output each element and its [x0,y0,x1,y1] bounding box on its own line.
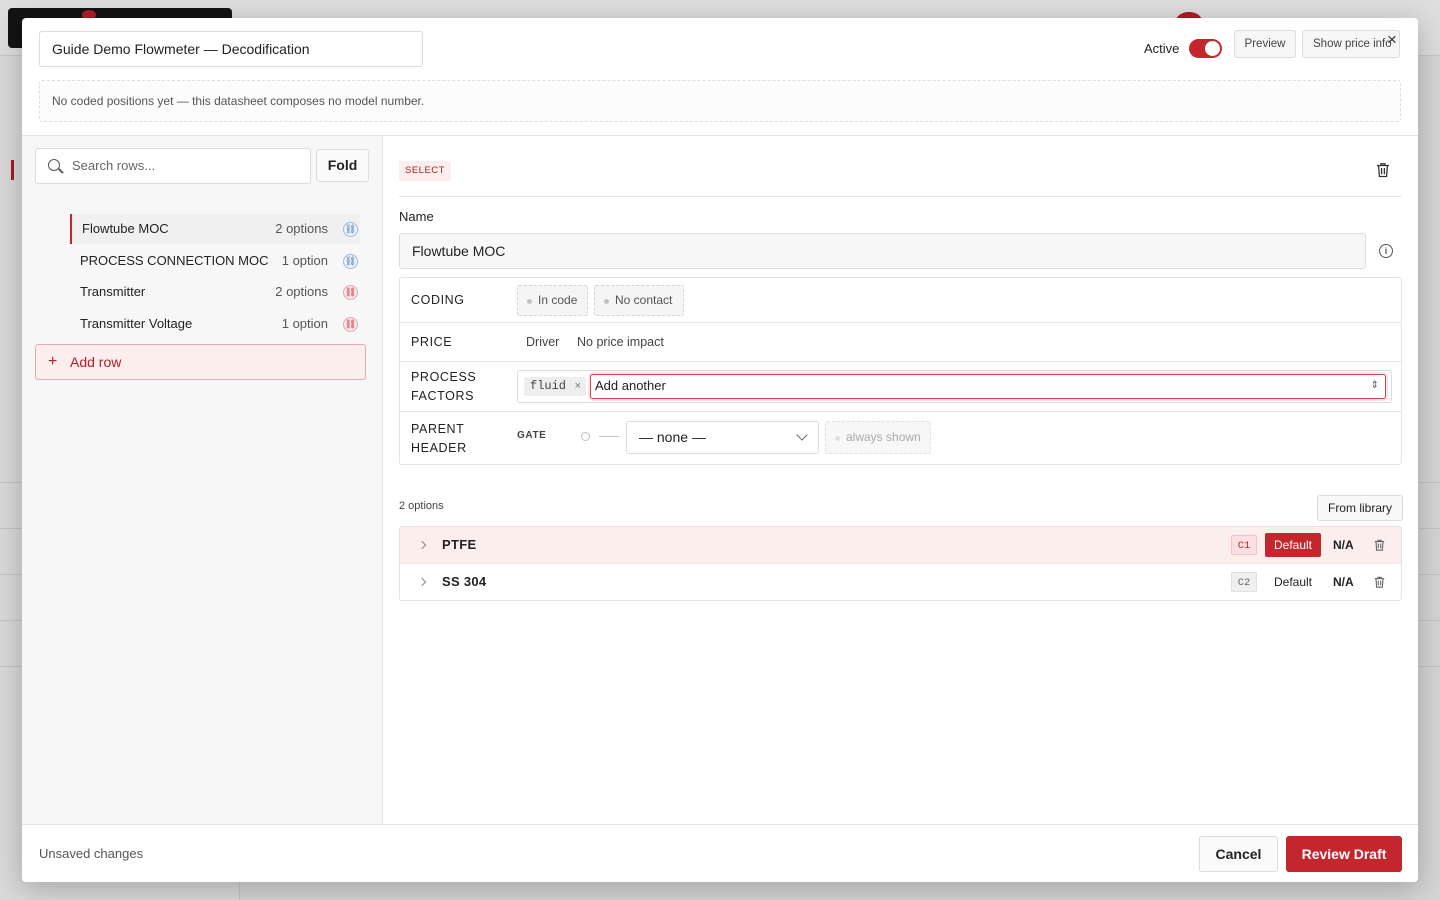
options-count: 2 options [399,500,444,512]
modal-footer: Unsaved changes Cancel Review Draft [22,824,1418,882]
gate-label: GATE [517,430,547,441]
add-another-select[interactable]: Add another ⇕ [590,374,1386,399]
name-label: Name [399,209,434,224]
sidebar-row-transmitter[interactable]: Transmitter 2 options ⛓ [70,277,360,307]
na-button[interactable]: N/A [1333,564,1354,600]
row-properties: CODING In code No contact PRICE Driver N… [399,277,1402,465]
option-code: C2 [1231,572,1257,592]
updown-chevron-icon: ⇕ [1370,380,1379,391]
fold-button[interactable]: Fold [316,149,369,182]
modal-header: Guide Demo Flowmeter — Decodification Ac… [22,18,1418,136]
row-option-count: 1 option [281,253,328,268]
row-option-count: 2 options [275,221,328,236]
coding-row: CODING In code No contact [400,278,1401,323]
price-impact[interactable]: No price impact [577,335,664,349]
search-placeholder: Search rows... [72,158,156,173]
delete-row-trash-icon[interactable] [1376,162,1390,178]
chip-label: In code [538,293,578,307]
sidebar-row-process-connection-moc[interactable]: PROCESS CONNECTION MOC 1 option ⛓ [70,246,360,276]
in-code-chip[interactable]: In code [517,285,588,316]
search-rows-input[interactable]: Search rows... [35,148,311,184]
price-row: PRICE Driver No price impact [400,323,1401,362]
price-driver[interactable]: Driver [526,335,559,349]
process-factors-label: FACTORS [411,389,475,403]
datasheet-title-input[interactable]: Guide Demo Flowmeter — Decodification [39,31,423,67]
link-icon[interactable]: ⛓ [343,317,358,332]
default-button[interactable]: Default [1265,570,1321,594]
default-button[interactable]: Default [1265,533,1321,557]
remove-tag-icon[interactable]: × [575,377,581,396]
chip-label: always shown [846,430,921,444]
delete-option-trash-icon[interactable] [1374,576,1385,588]
from-library-button[interactable]: From library [1317,495,1403,521]
process-factors-row: PROCESS FACTORS fluid × Add another ⇕ [400,362,1401,412]
always-shown-chip: always shown [825,421,931,454]
rows-sidebar: Search rows... Fold Flowtube MOC 2 optio… [22,136,383,824]
price-label: PRICE [411,335,453,349]
row-editor: SELECT Name Flowtube MOC i CODING In cod… [384,136,1418,824]
info-icon[interactable]: i [1379,244,1393,258]
parent-header-label: PARENT [411,422,465,436]
link-icon[interactable]: ⛓ [343,222,358,237]
chevron-right-icon[interactable] [417,540,427,550]
option-row[interactable]: PTFE C1 Default N/A [400,527,1401,564]
unsaved-status: Unsaved changes [39,846,144,861]
options-list: PTFE C1 Default N/A SS 304 C2 Default N/… [399,526,1402,601]
link-icon[interactable]: ⛓ [343,285,358,300]
toggle-knob [1205,41,1220,56]
sidebar-row-transmitter-voltage[interactable]: Transmitter Voltage 1 option ⛓ [70,309,360,339]
chevron-down-icon [796,429,808,441]
row-option-count: 2 options [275,284,328,299]
plus-icon: + [48,353,58,370]
gate-dash [599,436,619,437]
search-icon [48,159,60,171]
process-factors-label: PROCESS [411,370,477,384]
na-button[interactable]: N/A [1333,527,1354,563]
chip-label: No contact [615,293,673,307]
tag-label: fluid [530,379,567,393]
option-name: SS 304 [442,574,487,589]
chip-dot-icon [527,299,532,304]
process-factor-tag: fluid × [524,377,587,396]
row-name: PROCESS CONNECTION MOC [80,253,269,268]
option-row[interactable]: SS 304 C2 Default N/A [400,564,1401,600]
process-factors-multiselect: fluid × Add another ⇕ [517,370,1392,403]
row-name: Flowtube MOC [82,221,169,236]
parent-header-row: PARENT HEADER GATE — none — always shown [400,412,1401,464]
parent-select-value: — none — [639,429,706,445]
row-type-badge: SELECT [399,161,451,181]
add-another-label: Add another [595,378,666,393]
coded-positions-notice: No coded positions yet — this datasheet … [39,80,1401,122]
parent-header-label: HEADER [411,441,467,455]
row-name: Transmitter Voltage [80,316,193,331]
parent-header-select[interactable]: — none — [626,421,819,454]
cancel-button[interactable]: Cancel [1199,836,1278,872]
decodification-modal: Guide Demo Flowmeter — Decodification Ac… [22,18,1418,882]
active-toggle[interactable] [1189,39,1222,58]
review-draft-button[interactable]: Review Draft [1286,836,1402,872]
chevron-right-icon[interactable] [417,577,427,587]
add-row-button[interactable]: + Add row [35,344,366,380]
no-contact-chip[interactable]: No contact [594,285,684,316]
active-label: Active [1144,41,1180,56]
option-name: PTFE [442,537,477,552]
chip-dot-icon [835,436,840,441]
coding-label: CODING [411,293,465,307]
link-icon[interactable]: ⛓ [343,254,358,269]
delete-option-trash-icon[interactable] [1374,539,1385,551]
option-code: C1 [1231,535,1257,555]
sidebar-row-flowtube-moc[interactable]: Flowtube MOC 2 options ⛓ [70,214,360,244]
close-icon[interactable]: × [1384,31,1400,48]
chip-dot-icon [604,299,609,304]
add-row-label: Add row [70,354,122,370]
row-option-count: 1 option [281,316,328,331]
preview-button[interactable]: Preview [1234,30,1296,58]
row-name: Transmitter [80,284,146,299]
gate-radio[interactable] [581,432,590,441]
divider [399,196,1402,197]
row-name-input[interactable]: Flowtube MOC [399,233,1366,269]
